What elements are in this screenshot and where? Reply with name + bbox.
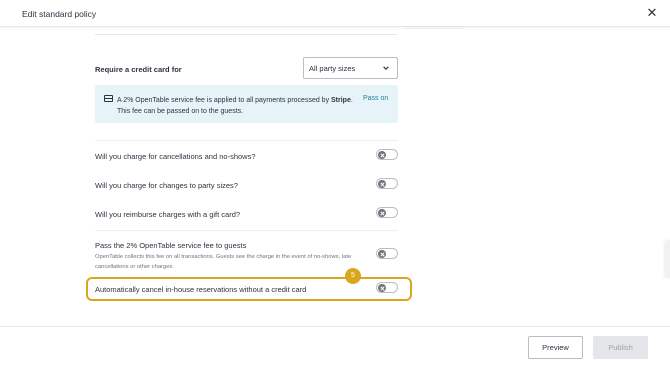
divider bbox=[95, 140, 398, 141]
service-fee-info-box: A 2% OpenTable service fee is applied to… bbox=[95, 85, 398, 123]
modal-title: Edit standard policy bbox=[22, 9, 97, 19]
party-size-select-value: All party sizes bbox=[309, 64, 356, 73]
credit-card-label: Require a credit card for bbox=[95, 65, 182, 74]
chevron-down-icon bbox=[383, 66, 389, 70]
pass-on-link[interactable]: Pass on bbox=[363, 95, 388, 102]
auto-cancel-label: Automatically cancel in-house reservatio… bbox=[95, 285, 307, 294]
pass-fee-description: OpenTable collects this fee on all trans… bbox=[95, 254, 352, 270]
toggle-off-icon bbox=[378, 250, 386, 258]
modal-header: Edit standard policy ✕ bbox=[0, 0, 670, 27]
party-size-change-toggle[interactable] bbox=[376, 178, 398, 189]
toggle-off-icon bbox=[378, 151, 386, 159]
toggle-off-icon bbox=[378, 284, 386, 292]
gift-card-reimburse-toggle[interactable] bbox=[376, 207, 398, 218]
close-icon[interactable]: ✕ bbox=[644, 5, 660, 21]
divider bbox=[95, 34, 397, 35]
credit-card-icon bbox=[104, 95, 113, 102]
pass-fee-toggle[interactable] bbox=[376, 248, 398, 259]
publish-button: Publish bbox=[593, 336, 648, 359]
service-fee-info-text: A 2% OpenTable service fee is applied to… bbox=[117, 97, 353, 115]
toggle-off-icon bbox=[378, 209, 386, 217]
party-size-select[interactable]: All party sizes bbox=[303, 57, 398, 79]
question-label: Will you reimburse charges with a gift c… bbox=[95, 210, 241, 219]
pass-fee-label: Pass the 2% OpenTable service fee to gue… bbox=[95, 241, 247, 250]
preview-button[interactable]: Preview bbox=[528, 336, 583, 359]
question-label: Will you charge for changes to party siz… bbox=[95, 181, 238, 190]
divider bbox=[405, 28, 463, 29]
side-panel-handle[interactable] bbox=[665, 240, 670, 278]
auto-cancel-toggle[interactable] bbox=[376, 282, 398, 293]
toggle-off-icon bbox=[378, 180, 386, 188]
question-label: Will you charge for cancellations and no… bbox=[95, 152, 256, 161]
cancellation-charge-toggle[interactable] bbox=[376, 149, 398, 160]
step-badge: 5 bbox=[345, 268, 361, 284]
divider bbox=[95, 230, 398, 231]
